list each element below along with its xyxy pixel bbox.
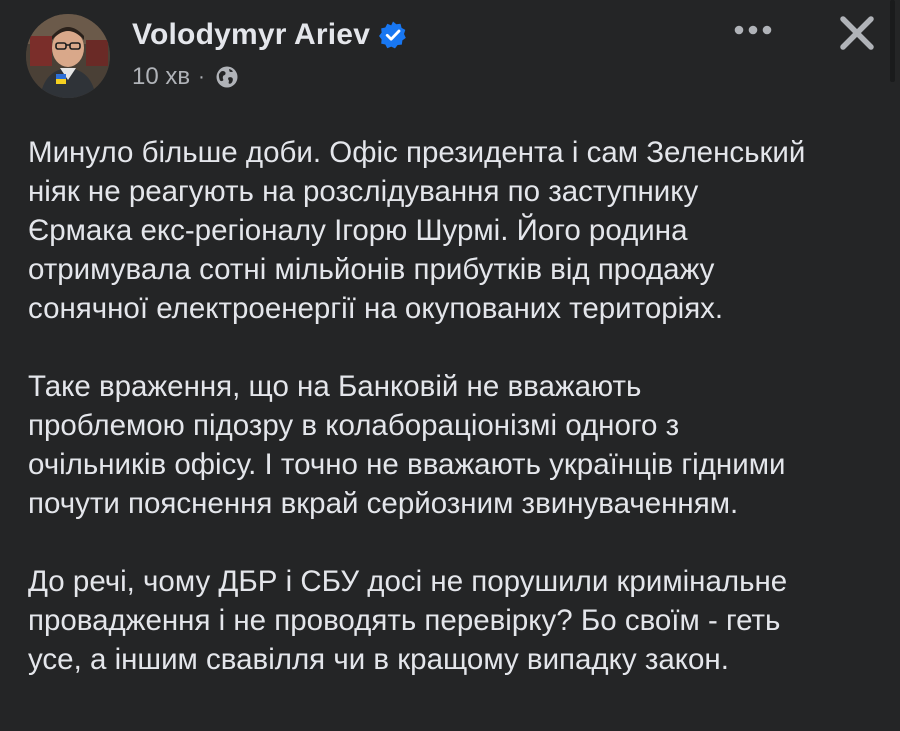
author-name[interactable]: Volodymyr Ariev xyxy=(132,18,370,52)
text-line: усе, а іншим свавілля чи в кращому випад… xyxy=(28,643,729,676)
post-meta: 10 хв · xyxy=(132,62,239,92)
post-time[interactable]: 10 хв xyxy=(132,63,190,91)
text-line: сонячної електроенергії на окупованих те… xyxy=(28,292,724,325)
close-icon xyxy=(837,13,877,58)
text-line: До речі, чому ДБР і СБУ досі не порушили… xyxy=(28,565,788,598)
more-options-icon xyxy=(728,23,778,41)
facebook-post: Volodymyr Ariev 10 хв · Минуло більше до… xyxy=(0,0,900,731)
text-line: почути пояснення вкрай серйозним звинува… xyxy=(28,487,739,520)
post-paragraph: Таке враження, що на Банковій не вважают… xyxy=(28,367,888,523)
author-row: Volodymyr Ariev xyxy=(132,17,408,53)
text-line: проблемою підозру в колабораціонізмі одн… xyxy=(28,409,680,442)
text-line: провадження і не проводять перевірку? Бо… xyxy=(28,604,781,637)
avatar[interactable] xyxy=(26,14,110,98)
text-line: отримувала сотні мільйонів прибутків від… xyxy=(28,253,715,286)
scrollbar[interactable] xyxy=(890,0,895,82)
text-line: очільників офісу. І точно не вважають ук… xyxy=(28,448,786,481)
text-line: ніяк не реагують на розслідування по зас… xyxy=(28,175,699,208)
post-body: Минуло більше доби. Офіс президента і са… xyxy=(28,133,888,718)
post-header: Volodymyr Ariev 10 хв · xyxy=(0,0,900,110)
close-button[interactable] xyxy=(830,8,884,62)
text-line: Таке враження, що на Банковій не вважают… xyxy=(28,370,642,403)
avatar-image xyxy=(26,14,110,98)
text-line: Минуло більше доби. Офіс президента і са… xyxy=(28,136,806,169)
post-paragraph: До речі, чому ДБР і СБУ досі не порушили… xyxy=(28,562,888,679)
more-options-button[interactable] xyxy=(728,14,778,50)
globe-icon[interactable] xyxy=(215,65,239,89)
verified-badge-icon xyxy=(378,20,408,50)
post-paragraph: Минуло більше доби. Офіс президента і са… xyxy=(28,133,888,328)
text-line: Єрмака екс-регіоналу Ігорю Шурмі. Його р… xyxy=(28,214,688,247)
meta-separator: · xyxy=(198,65,205,88)
